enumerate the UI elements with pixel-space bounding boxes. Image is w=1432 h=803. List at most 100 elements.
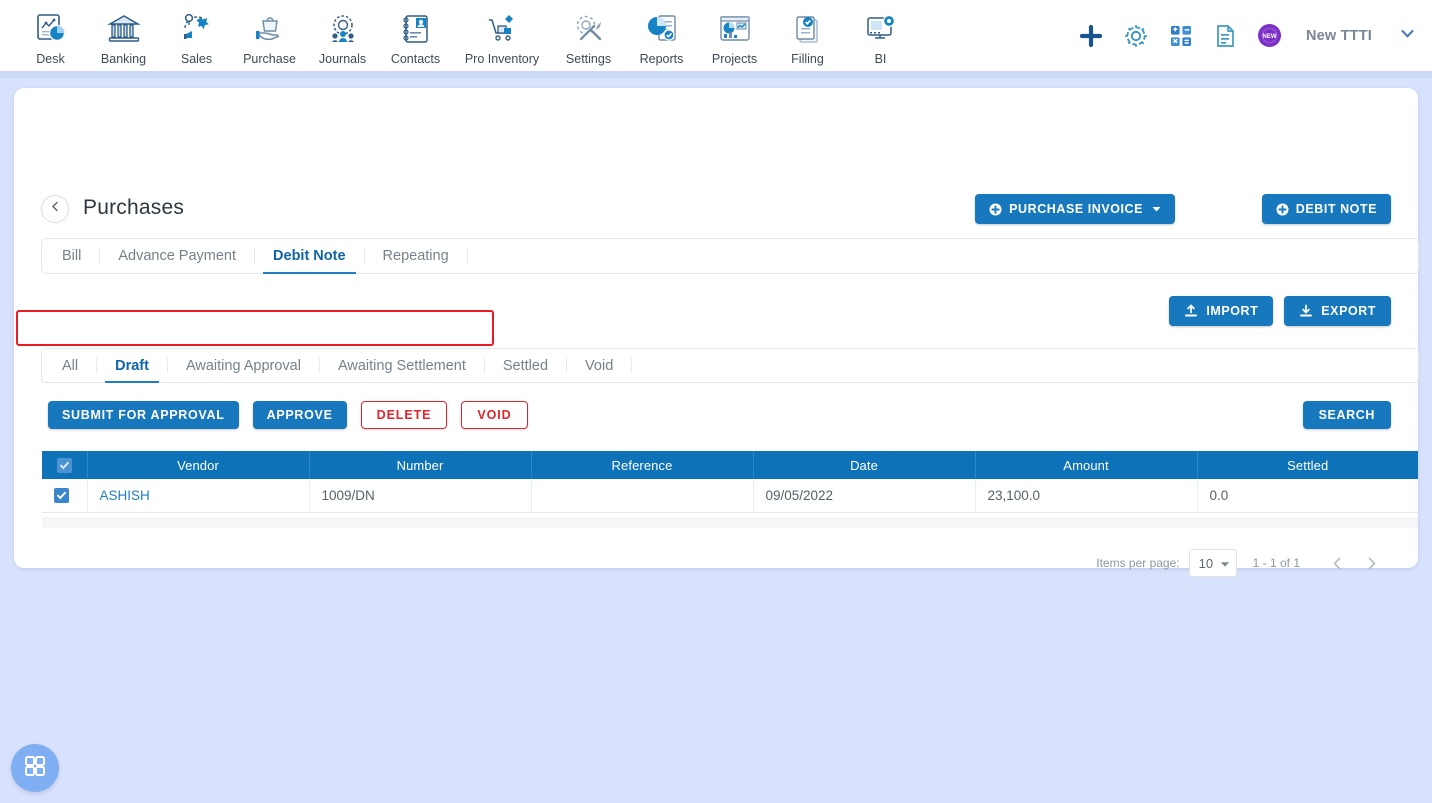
nav-label: Sales (180, 52, 213, 66)
export-button[interactable]: EXPORT (1284, 296, 1391, 326)
debit-note-label: DEBIT NOTE (1295, 202, 1377, 216)
cell-amount: 23,100.0 (975, 479, 1198, 513)
nav-item-reports[interactable]: Reports (625, 5, 698, 66)
tab-label: Debit Note (273, 248, 346, 264)
table-row[interactable]: ASHISH 1009/DN 09/05/2022 23,100.0 0.0 (42, 479, 1418, 513)
contacts-book-icon (399, 11, 433, 47)
nav-item-settings[interactable]: Settings (552, 5, 625, 66)
cell-reference (531, 479, 754, 513)
calculator-icon[interactable] (1169, 24, 1193, 48)
add-plus-icon[interactable] (1079, 24, 1103, 48)
items-per-page-select[interactable]: 10 (1188, 549, 1237, 577)
debit-note-button[interactable]: DEBIT NOTE (1261, 194, 1391, 224)
user-account-name[interactable]: New TTTI (1306, 28, 1372, 44)
nav-item-desk[interactable]: Desk (14, 5, 87, 66)
status-tab-draft[interactable]: Draft (97, 349, 167, 383)
top-navigation-bar: Desk Banking Sales Purchase Journals Con… (0, 0, 1432, 71)
nav-item-filling[interactable]: Filling (771, 5, 844, 66)
journals-gear-people-icon (326, 11, 360, 47)
cell-number: 1009/DN (309, 479, 532, 513)
circle-plus-icon (989, 203, 1002, 216)
nav-item-contacts[interactable]: Contacts (379, 5, 452, 66)
delete-label: DELETE (376, 408, 432, 422)
import-label: IMPORT (1206, 304, 1259, 318)
delete-button[interactable]: DELETE (360, 401, 448, 429)
row-select-cell[interactable] (42, 479, 88, 513)
header-actions: NEW New TTTI (1079, 0, 1416, 71)
nav-item-pro-inventory[interactable]: Pro Inventory (452, 5, 552, 66)
status-tab-void[interactable]: Void (567, 349, 631, 382)
bi-monitor-gear-icon (864, 11, 898, 47)
status-tab-settled[interactable]: Settled (485, 349, 566, 382)
column-header-number[interactable]: Number (309, 451, 532, 479)
export-label: EXPORT (1321, 304, 1376, 318)
debit-note-table: Vendor Number Reference Date Amount Sett… (42, 451, 1418, 513)
page-title: Purchases (83, 196, 185, 219)
nav-label: Projects (711, 52, 758, 66)
tab-divider (466, 248, 468, 264)
column-header-amount[interactable]: Amount (975, 451, 1198, 479)
purchase-bag-hand-icon (253, 11, 287, 47)
prev-page-button[interactable] (1320, 556, 1354, 571)
status-tab-awaiting-settlement[interactable]: Awaiting Settlement (320, 349, 484, 382)
nav-item-bi[interactable]: BI (844, 5, 917, 66)
bulk-action-buttons: SUBMIT FOR APPROVAL APPROVE DELETE VOID (48, 401, 528, 429)
status-tab-label: Void (585, 357, 614, 374)
status-tab-label: Draft (115, 357, 149, 374)
tab-bill[interactable]: Bill (42, 239, 99, 273)
tab-advance-payment[interactable]: Advance Payment (100, 239, 254, 273)
pagination: Items per page: 10 1 - 1 of 1 (1096, 549, 1388, 577)
notes-document-icon[interactable] (1213, 24, 1237, 48)
purchases-card: Purchases PURCHASE INVOICE DEBIT NOTE Bi… (14, 88, 1419, 577)
column-header-settled[interactable]: Settled (1197, 451, 1418, 479)
inventory-cart-icon (485, 11, 519, 47)
import-button[interactable]: IMPORT (1169, 296, 1274, 326)
nav-label: Banking (100, 52, 147, 66)
chevron-down-icon[interactable] (1399, 25, 1416, 47)
tab-debit-note[interactable]: Debit Note (255, 239, 364, 274)
tab-divider (631, 358, 633, 373)
items-per-page-label: Items per page: (1096, 556, 1180, 570)
row-checkbox[interactable] (54, 488, 69, 504)
bank-building-icon (106, 11, 141, 47)
import-export-group: IMPORT EXPORT (1169, 296, 1391, 326)
submit-for-approval-button[interactable]: SUBMIT FOR APPROVAL (48, 401, 239, 429)
select-all-checkbox[interactable] (56, 458, 72, 474)
next-page-button[interactable] (1354, 556, 1388, 571)
search-button[interactable]: SEARCH (1302, 401, 1391, 429)
status-tab-awaiting-approval[interactable]: Awaiting Approval (168, 349, 319, 382)
nav-item-journals[interactable]: Journals (306, 5, 379, 66)
column-header-vendor[interactable]: Vendor (87, 451, 310, 479)
back-button[interactable] (41, 195, 69, 223)
status-tab-label: Awaiting Settlement (337, 357, 466, 374)
approve-label: APPROVE (266, 408, 333, 422)
void-button[interactable]: VOID (461, 401, 528, 429)
select-all-header[interactable] (42, 451, 88, 479)
apps-launcher-button[interactable] (11, 744, 59, 792)
column-header-reference[interactable]: Reference (531, 451, 754, 479)
nav-item-banking[interactable]: Banking (87, 5, 160, 66)
new-badge-icon[interactable]: NEW (1257, 23, 1282, 48)
table-footer-strip (42, 517, 1418, 528)
status-tab-all[interactable]: All (42, 349, 96, 382)
table-header-row: Vendor Number Reference Date Amount Sett… (42, 451, 1418, 479)
approve-button[interactable]: APPROVE (252, 401, 347, 429)
circle-plus-icon (1276, 203, 1289, 216)
module-tabs: Bill Advance Payment Debit Note Repeatin… (41, 238, 1419, 274)
column-header-date[interactable]: Date (753, 451, 976, 479)
tab-label: Bill (62, 248, 82, 264)
nav-label: BI (874, 52, 887, 66)
caret-down-icon (1152, 206, 1161, 213)
tab-repeating[interactable]: Repeating (365, 239, 467, 273)
settings-gear-wrench-icon (572, 11, 606, 47)
gear-icon[interactable] (1123, 23, 1149, 49)
upload-icon (1184, 304, 1198, 318)
purchase-invoice-button[interactable]: PURCHASE INVOICE (975, 194, 1175, 224)
vendor-link[interactable]: ASHISH (100, 488, 150, 503)
nav-item-projects[interactable]: Projects (698, 5, 771, 66)
cell-date: 09/05/2022 (753, 479, 976, 513)
svg-text:NEW: NEW (1262, 34, 1276, 40)
nav-item-purchase[interactable]: Purchase (233, 5, 306, 66)
nav-item-sales[interactable]: Sales (160, 5, 233, 66)
nav-label: Filling (791, 52, 824, 66)
